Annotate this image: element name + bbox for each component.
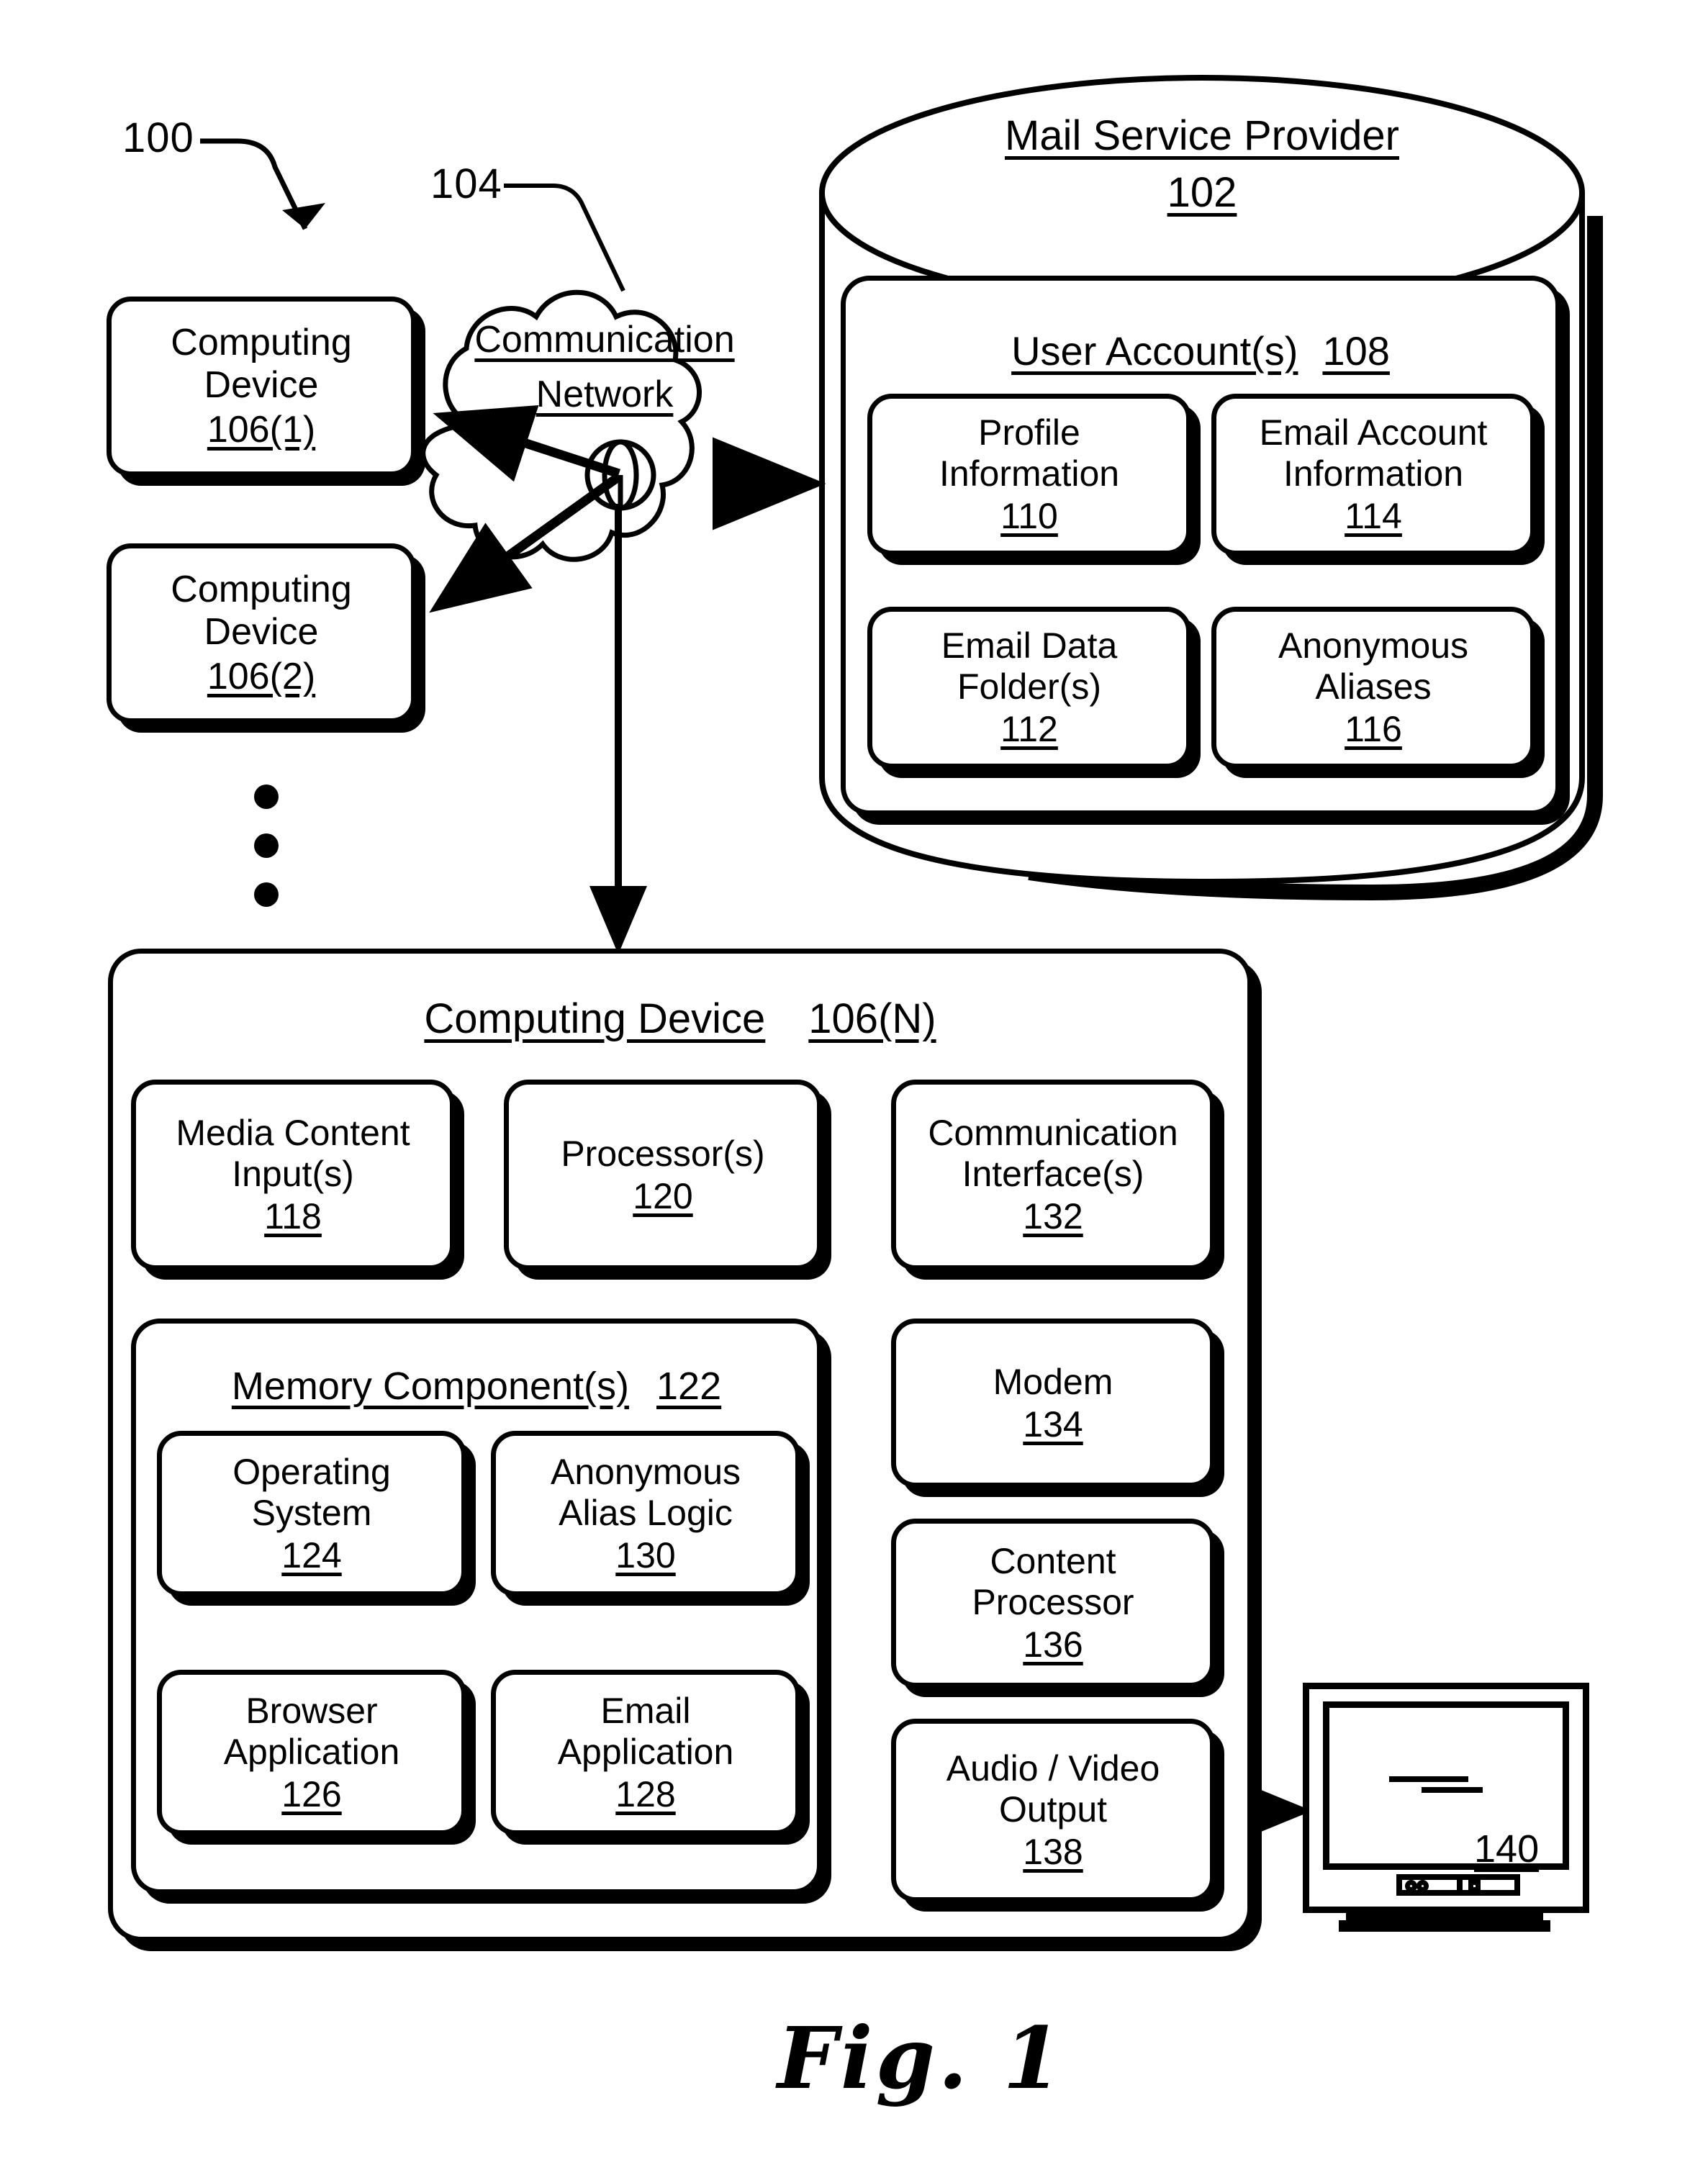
profile-information-ref: 110 <box>1000 496 1058 536</box>
network-ref-number: 104 <box>430 160 502 207</box>
monitor-knob-left-icon <box>1405 1880 1417 1892</box>
processors-line1: Processor(s) <box>561 1133 765 1174</box>
processors-ref: 120 <box>633 1175 693 1216</box>
content-processor-line1: Content <box>990 1541 1116 1581</box>
node-audio-video-output[interactable]: Audio / Video Output 138 <box>891 1719 1215 1902</box>
browser-application-line2: Application <box>223 1731 400 1772</box>
computing-device-1-line1: Computing <box>171 322 352 364</box>
user-accounts-ref: 108 <box>1322 328 1390 374</box>
node-email-application[interactable]: Email Application 128 <box>491 1670 800 1835</box>
node-modem[interactable]: Modem 134 <box>891 1319 1215 1488</box>
anonymous-aliases-line2: Aliases <box>1315 666 1432 707</box>
operating-system-ref: 124 <box>281 1534 342 1575</box>
operating-system-line1: Operating <box>232 1451 391 1492</box>
anonymous-aliases-line1: Anonymous <box>1278 625 1469 666</box>
node-media-content-inputs[interactable]: Media Content Input(s) 118 <box>131 1080 455 1270</box>
email-application-ref: 128 <box>615 1773 676 1814</box>
monitor-panel-divider <box>1457 1874 1463 1896</box>
network-ref-leader <box>504 184 625 292</box>
node-processors[interactable]: Processor(s) 120 <box>504 1080 822 1270</box>
user-accounts-title: User Account(s) <box>1011 328 1298 374</box>
email-data-folders-ref: 112 <box>1000 709 1058 749</box>
communication-network-line2: Network <box>536 374 674 415</box>
memory-components-title: Memory Component(s) <box>231 1365 630 1408</box>
content-processor-line2: Processor <box>972 1582 1134 1622</box>
email-data-folders-line2: Folder(s) <box>957 666 1102 707</box>
node-profile-information[interactable]: Profile Information 110 <box>867 394 1191 556</box>
node-computing-device-1[interactable]: Computing Device 106(1) <box>107 297 416 476</box>
arrow-hub-to-device-2 <box>429 472 622 613</box>
email-application-line1: Email <box>600 1690 691 1731</box>
browser-application-ref: 126 <box>281 1773 342 1814</box>
communication-interfaces-line2: Interface(s) <box>962 1154 1144 1194</box>
email-account-information-line1: Email Account <box>1259 412 1488 453</box>
screen-content-line-2 <box>1422 1787 1483 1793</box>
communication-interfaces-ref: 132 <box>1023 1196 1083 1236</box>
media-content-inputs-ref: 118 <box>264 1196 322 1236</box>
system-ref-number: 100 <box>122 114 194 161</box>
memory-components-ref: 122 <box>656 1365 722 1408</box>
computing-device-2-line1: Computing <box>171 569 352 611</box>
communication-network-label: Communication Network <box>443 318 767 416</box>
content-processor-ref: 136 <box>1023 1624 1083 1665</box>
communication-interfaces-line1: Communication <box>928 1113 1178 1153</box>
user-accounts-header: User Account(s) 108 <box>846 327 1555 374</box>
node-anonymous-aliases[interactable]: Anonymous Aliases 116 <box>1211 607 1535 769</box>
computing-device-n-title: Computing Device <box>424 995 766 1042</box>
monitor-power-button-icon[interactable] <box>1468 1880 1481 1892</box>
computing-device-1-line2: Device <box>204 364 319 407</box>
audio-video-output-line2: Output <box>998 1789 1108 1830</box>
audio-video-output-line1: Audio / Video <box>946 1748 1160 1789</box>
node-email-data-folders[interactable]: Email Data Folder(s) 112 <box>867 607 1191 769</box>
email-account-information-ref: 114 <box>1345 496 1402 536</box>
communication-network-line1: Communication <box>474 319 735 361</box>
email-data-folders-line1: Email Data <box>941 625 1118 666</box>
profile-information-line1: Profile <box>978 412 1080 453</box>
network-hub-icon <box>584 439 656 511</box>
computing-device-2-line2: Device <box>204 611 319 654</box>
memory-components-header: Memory Component(s) 122 <box>136 1364 817 1408</box>
ellipsis-dot <box>254 784 279 809</box>
display-monitor[interactable]: 140 <box>1303 1683 1589 1932</box>
computing-device-2-ref: 106(2) <box>207 655 316 697</box>
ellipsis-dot <box>254 833 279 858</box>
node-email-account-information[interactable]: Email Account Information 114 <box>1211 394 1535 556</box>
system-ref-leader <box>200 138 325 230</box>
browser-application-line1: Browser <box>245 1690 378 1731</box>
modem-line1: Modem <box>993 1361 1113 1402</box>
email-account-information-line2: Information <box>1283 453 1464 494</box>
screen-content-line-1 <box>1389 1776 1468 1782</box>
monitor-knob-right-icon <box>1416 1880 1429 1892</box>
mail-service-provider-title: Mail Service Provider <box>1005 112 1399 159</box>
patent-figure-canvas: 100 104 Mail Service Provider 102 User A… <box>0 0 1708 2175</box>
node-content-processor[interactable]: Content Processor 136 <box>891 1519 1215 1688</box>
node-computing-device-2[interactable]: Computing Device 106(2) <box>107 543 416 723</box>
operating-system-line2: System <box>251 1492 372 1533</box>
mail-service-provider-label: Mail Service Provider 102 <box>914 112 1490 217</box>
anonymous-alias-logic-line2: Alias Logic <box>559 1492 733 1533</box>
media-content-inputs-line1: Media Content <box>176 1113 410 1153</box>
ellipsis-dot <box>254 882 279 907</box>
monitor-stand-base <box>1339 1920 1550 1932</box>
media-content-inputs-line2: Input(s) <box>232 1154 354 1194</box>
anonymous-aliases-ref: 116 <box>1345 709 1402 749</box>
node-browser-application[interactable]: Browser Application 126 <box>157 1670 466 1835</box>
arrow-hub-to-device-1 <box>433 405 621 482</box>
computing-device-n-ref: 106(N) <box>808 995 936 1042</box>
anonymous-alias-logic-line1: Anonymous <box>550 1451 741 1492</box>
anonymous-alias-logic-ref: 130 <box>615 1534 676 1575</box>
figure-caption: Fig. 1 <box>777 2008 1065 2108</box>
audio-video-output-ref: 138 <box>1023 1832 1083 1872</box>
node-anonymous-alias-logic[interactable]: Anonymous Alias Logic 130 <box>491 1431 800 1596</box>
node-communication-interfaces[interactable]: Communication Interface(s) 132 <box>891 1080 1215 1270</box>
computing-device-n-header: Computing Device 106(N) <box>113 995 1247 1043</box>
computing-device-1-ref: 106(1) <box>207 408 316 451</box>
display-ref: 140 <box>1474 1827 1540 1871</box>
modem-ref: 134 <box>1023 1403 1083 1444</box>
email-application-line2: Application <box>557 1731 734 1772</box>
mail-service-provider-ref: 102 <box>1167 169 1237 216</box>
device-list-ellipsis <box>254 784 279 907</box>
profile-information-line2: Information <box>939 453 1120 494</box>
node-operating-system[interactable]: Operating System 124 <box>157 1431 466 1596</box>
